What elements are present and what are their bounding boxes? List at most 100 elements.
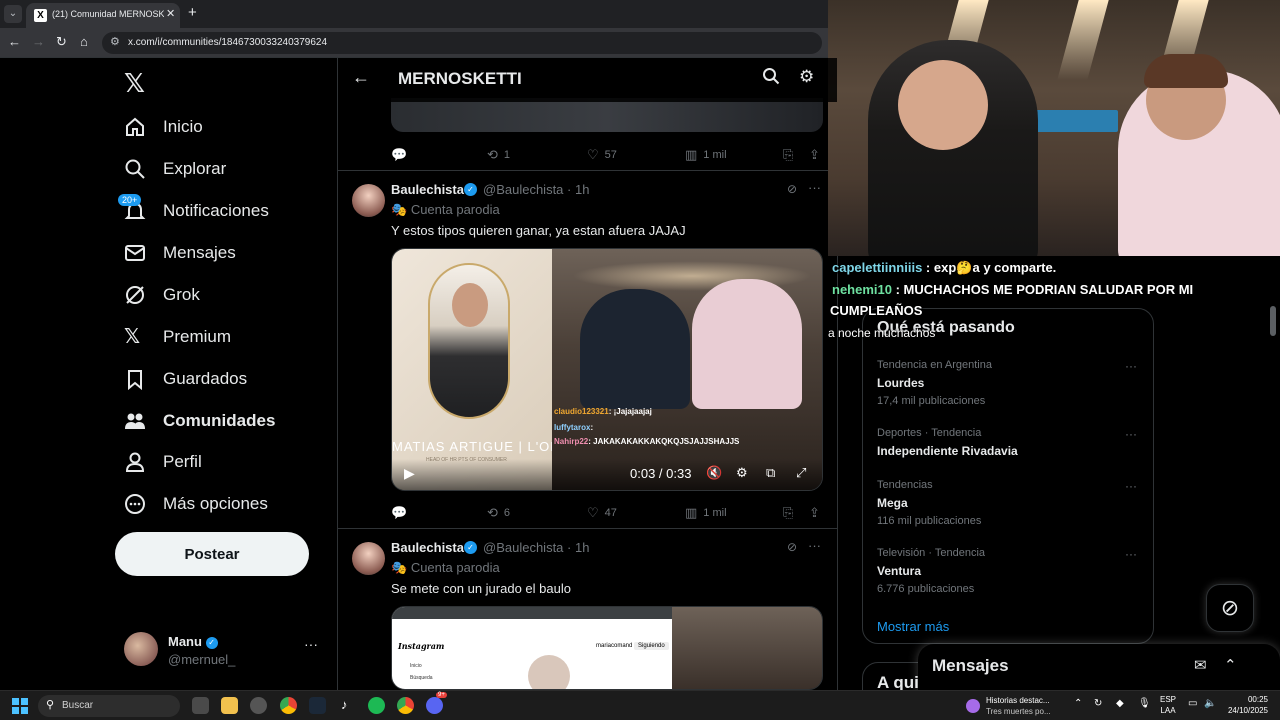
gear-icon[interactable]: ⚙ bbox=[799, 67, 814, 87]
forward-icon[interactable]: → bbox=[32, 34, 45, 49]
spotify-icon[interactable] bbox=[368, 697, 385, 714]
nav-item-inicio[interactable]: Inicio bbox=[124, 112, 203, 142]
post-more-button[interactable]: ··· bbox=[808, 538, 821, 553]
post-author-name[interactable]: Baulechista bbox=[391, 182, 464, 197]
account-more-button[interactable]: ··· bbox=[304, 636, 318, 652]
post-author-handle[interactable]: @Baulechista · 1h bbox=[483, 182, 589, 197]
nav-label: Grok bbox=[163, 285, 200, 304]
previous-post-media[interactable] bbox=[391, 98, 823, 132]
post-media-image[interactable]: Instagram Inicio Búsqueda mariacomand Si… bbox=[391, 606, 823, 690]
avatar[interactable] bbox=[352, 184, 385, 217]
nav-item-comunidades[interactable]: Comunidades bbox=[124, 406, 275, 436]
post-author-handle[interactable]: @Baulechista · 1h bbox=[483, 540, 589, 555]
play-icon[interactable]: ▶ bbox=[404, 465, 415, 482]
back-icon[interactable]: ← bbox=[8, 34, 21, 49]
steam-icon[interactable] bbox=[309, 697, 326, 714]
nav-item-mensajes[interactable]: Mensajes bbox=[124, 238, 236, 268]
reload-icon[interactable]: ↻ bbox=[56, 34, 67, 50]
post-button[interactable]: Postear bbox=[115, 532, 309, 576]
view-count: 1 mil bbox=[703, 149, 727, 161]
nav-item-explorar[interactable]: Explorar bbox=[124, 154, 226, 184]
chrome-icon[interactable] bbox=[280, 697, 297, 714]
url-field[interactable]: ⚙ x.com/i/communities/184673003324037962… bbox=[102, 32, 822, 54]
views-button[interactable]: ▥ 1 mil bbox=[685, 505, 727, 521]
reply-button[interactable]: 💬 bbox=[391, 505, 413, 521]
sync-icon[interactable]: ↻ bbox=[1094, 698, 1102, 709]
nav-item-notificaciones[interactable]: 20+ Notificaciones bbox=[118, 194, 269, 226]
monitor-icon[interactable]: ▭ bbox=[1188, 698, 1197, 709]
views-button[interactable]: ▥ 1 mil bbox=[685, 147, 727, 163]
repost-button[interactable]: ⟲ 1 bbox=[487, 147, 510, 163]
back-arrow-icon[interactable]: ← bbox=[352, 67, 370, 88]
video-player[interactable]: MATIAS ARTIGUE | L'ORÉAL HEAD OF HR PTS … bbox=[391, 248, 823, 491]
home-browser-icon[interactable]: ⌂ bbox=[80, 34, 88, 49]
grok-floating-button[interactable]: ⊘ bbox=[1206, 584, 1254, 632]
file-explorer-icon[interactable] bbox=[221, 697, 238, 714]
tiktok-icon[interactable]: ♪ bbox=[341, 697, 348, 712]
search-placeholder: Buscar bbox=[62, 700, 94, 711]
reply-icon: 💬 bbox=[391, 505, 408, 520]
post-more-button[interactable]: ··· bbox=[808, 180, 821, 195]
language-indicator[interactable]: ESP LAA bbox=[1160, 694, 1176, 716]
mic-icon[interactable]: 🎙 bbox=[1138, 698, 1151, 709]
windows-start-icon[interactable] bbox=[12, 698, 28, 714]
volume-icon[interactable]: 🔈 bbox=[1204, 698, 1216, 709]
trend-more-button[interactable]: ··· bbox=[1125, 547, 1137, 561]
nav-item-mas-opciones[interactable]: Más opciones bbox=[124, 489, 268, 519]
chevron-up-icon[interactable]: ⌃ bbox=[1074, 698, 1082, 709]
mute-icon[interactable]: 🔇 bbox=[706, 465, 722, 481]
nav-label: Premium bbox=[163, 327, 232, 346]
parody-label: 🎭 Cuenta parodia bbox=[391, 202, 500, 218]
bookmark-icon: ⎘ bbox=[783, 147, 794, 162]
scrollbar[interactable] bbox=[1270, 306, 1276, 336]
post-author-name[interactable]: Baulechista bbox=[391, 540, 464, 555]
clock[interactable]: 00:25 24/10/2025 bbox=[1222, 694, 1268, 716]
discord-icon[interactable]: 9+ bbox=[426, 692, 447, 714]
settings-icon[interactable]: ⚙ bbox=[736, 465, 748, 481]
parody-label-text: Cuenta parodia bbox=[410, 202, 500, 217]
new-tab-button[interactable]: + bbox=[188, 4, 197, 21]
pip-icon[interactable]: ⧉ bbox=[766, 465, 775, 481]
share-button[interactable]: ⇪ bbox=[809, 147, 826, 163]
repost-button[interactable]: ⟲ 6 bbox=[487, 505, 510, 521]
chrome-icon[interactable] bbox=[397, 697, 414, 714]
video-controls: ▶ 0:03 / 0:33 🔇 ⚙ ⧉ ⤢ bbox=[392, 459, 822, 490]
nav-item-grok[interactable]: Grok bbox=[124, 280, 200, 310]
tab-search-button[interactable]: ⌄ bbox=[4, 5, 22, 23]
nav-item-guardados[interactable]: Guardados bbox=[124, 364, 247, 394]
like-button[interactable]: ♡ 47 bbox=[587, 505, 617, 521]
grok-icon[interactable]: ⊘ bbox=[787, 540, 797, 554]
new-message-icon[interactable]: ✉ bbox=[1194, 656, 1207, 674]
grok-icon[interactable]: ⊘ bbox=[787, 182, 797, 196]
browser-tab[interactable]: X (21) Comunidad MERNOSKETTI ✕ bbox=[26, 3, 180, 28]
bookmark-button[interactable]: ⎘ bbox=[783, 505, 799, 521]
x-logo-icon[interactable]: 𝕏 bbox=[124, 68, 145, 99]
post[interactable]: Baulechista ✓ @Baulechista · 1h ⊘ ··· 🎭 … bbox=[338, 178, 837, 528]
taskbar-search[interactable]: ⚲ Buscar bbox=[38, 695, 180, 717]
task-view-icon[interactable] bbox=[192, 697, 209, 714]
expand-icon[interactable]: ⌃ bbox=[1224, 656, 1237, 674]
fullscreen-icon[interactable]: ⤢ bbox=[796, 465, 806, 481]
nav-item-premium[interactable]: 𝕏 Premium bbox=[124, 322, 231, 352]
share-button[interactable]: ⇪ bbox=[809, 505, 826, 521]
trend-more-button[interactable]: ··· bbox=[1125, 479, 1137, 493]
tab-close-button[interactable]: ✕ bbox=[166, 7, 175, 20]
url-text[interactable]: x.com/i/communities/1846730033240379624 bbox=[128, 37, 327, 48]
app-icon[interactable] bbox=[250, 697, 267, 714]
bookmark-button[interactable]: ⎘ bbox=[783, 147, 799, 163]
show-more-link[interactable]: Mostrar más bbox=[877, 619, 949, 634]
nav-item-perfil[interactable]: Perfil bbox=[124, 447, 202, 477]
reply-button[interactable]: 💬 bbox=[391, 147, 413, 163]
account-switcher[interactable]: Manu ✓ @mernuel_ ··· bbox=[124, 630, 324, 674]
trend-more-button[interactable]: ··· bbox=[1125, 427, 1137, 441]
avatar[interactable] bbox=[352, 542, 385, 575]
notification-badge: 20+ bbox=[118, 194, 142, 206]
post[interactable]: Baulechista ✓ @Baulechista · 1h ⊘ ··· 🎭 … bbox=[338, 536, 837, 690]
tray-app-icon[interactable]: ◆ bbox=[1116, 698, 1124, 709]
news-widget[interactable]: Historias destac... Tres muertes po... bbox=[966, 695, 1066, 717]
search-icon[interactable] bbox=[762, 67, 780, 90]
trend-more-button[interactable]: ··· bbox=[1125, 359, 1137, 373]
post-actions: 💬 ⟲ 1 ♡ 57 ▥ 1 mil ⎘ ⇪ bbox=[391, 145, 823, 165]
like-button[interactable]: ♡ 57 bbox=[587, 147, 617, 163]
site-info-icon[interactable]: ⚙ bbox=[110, 35, 120, 48]
